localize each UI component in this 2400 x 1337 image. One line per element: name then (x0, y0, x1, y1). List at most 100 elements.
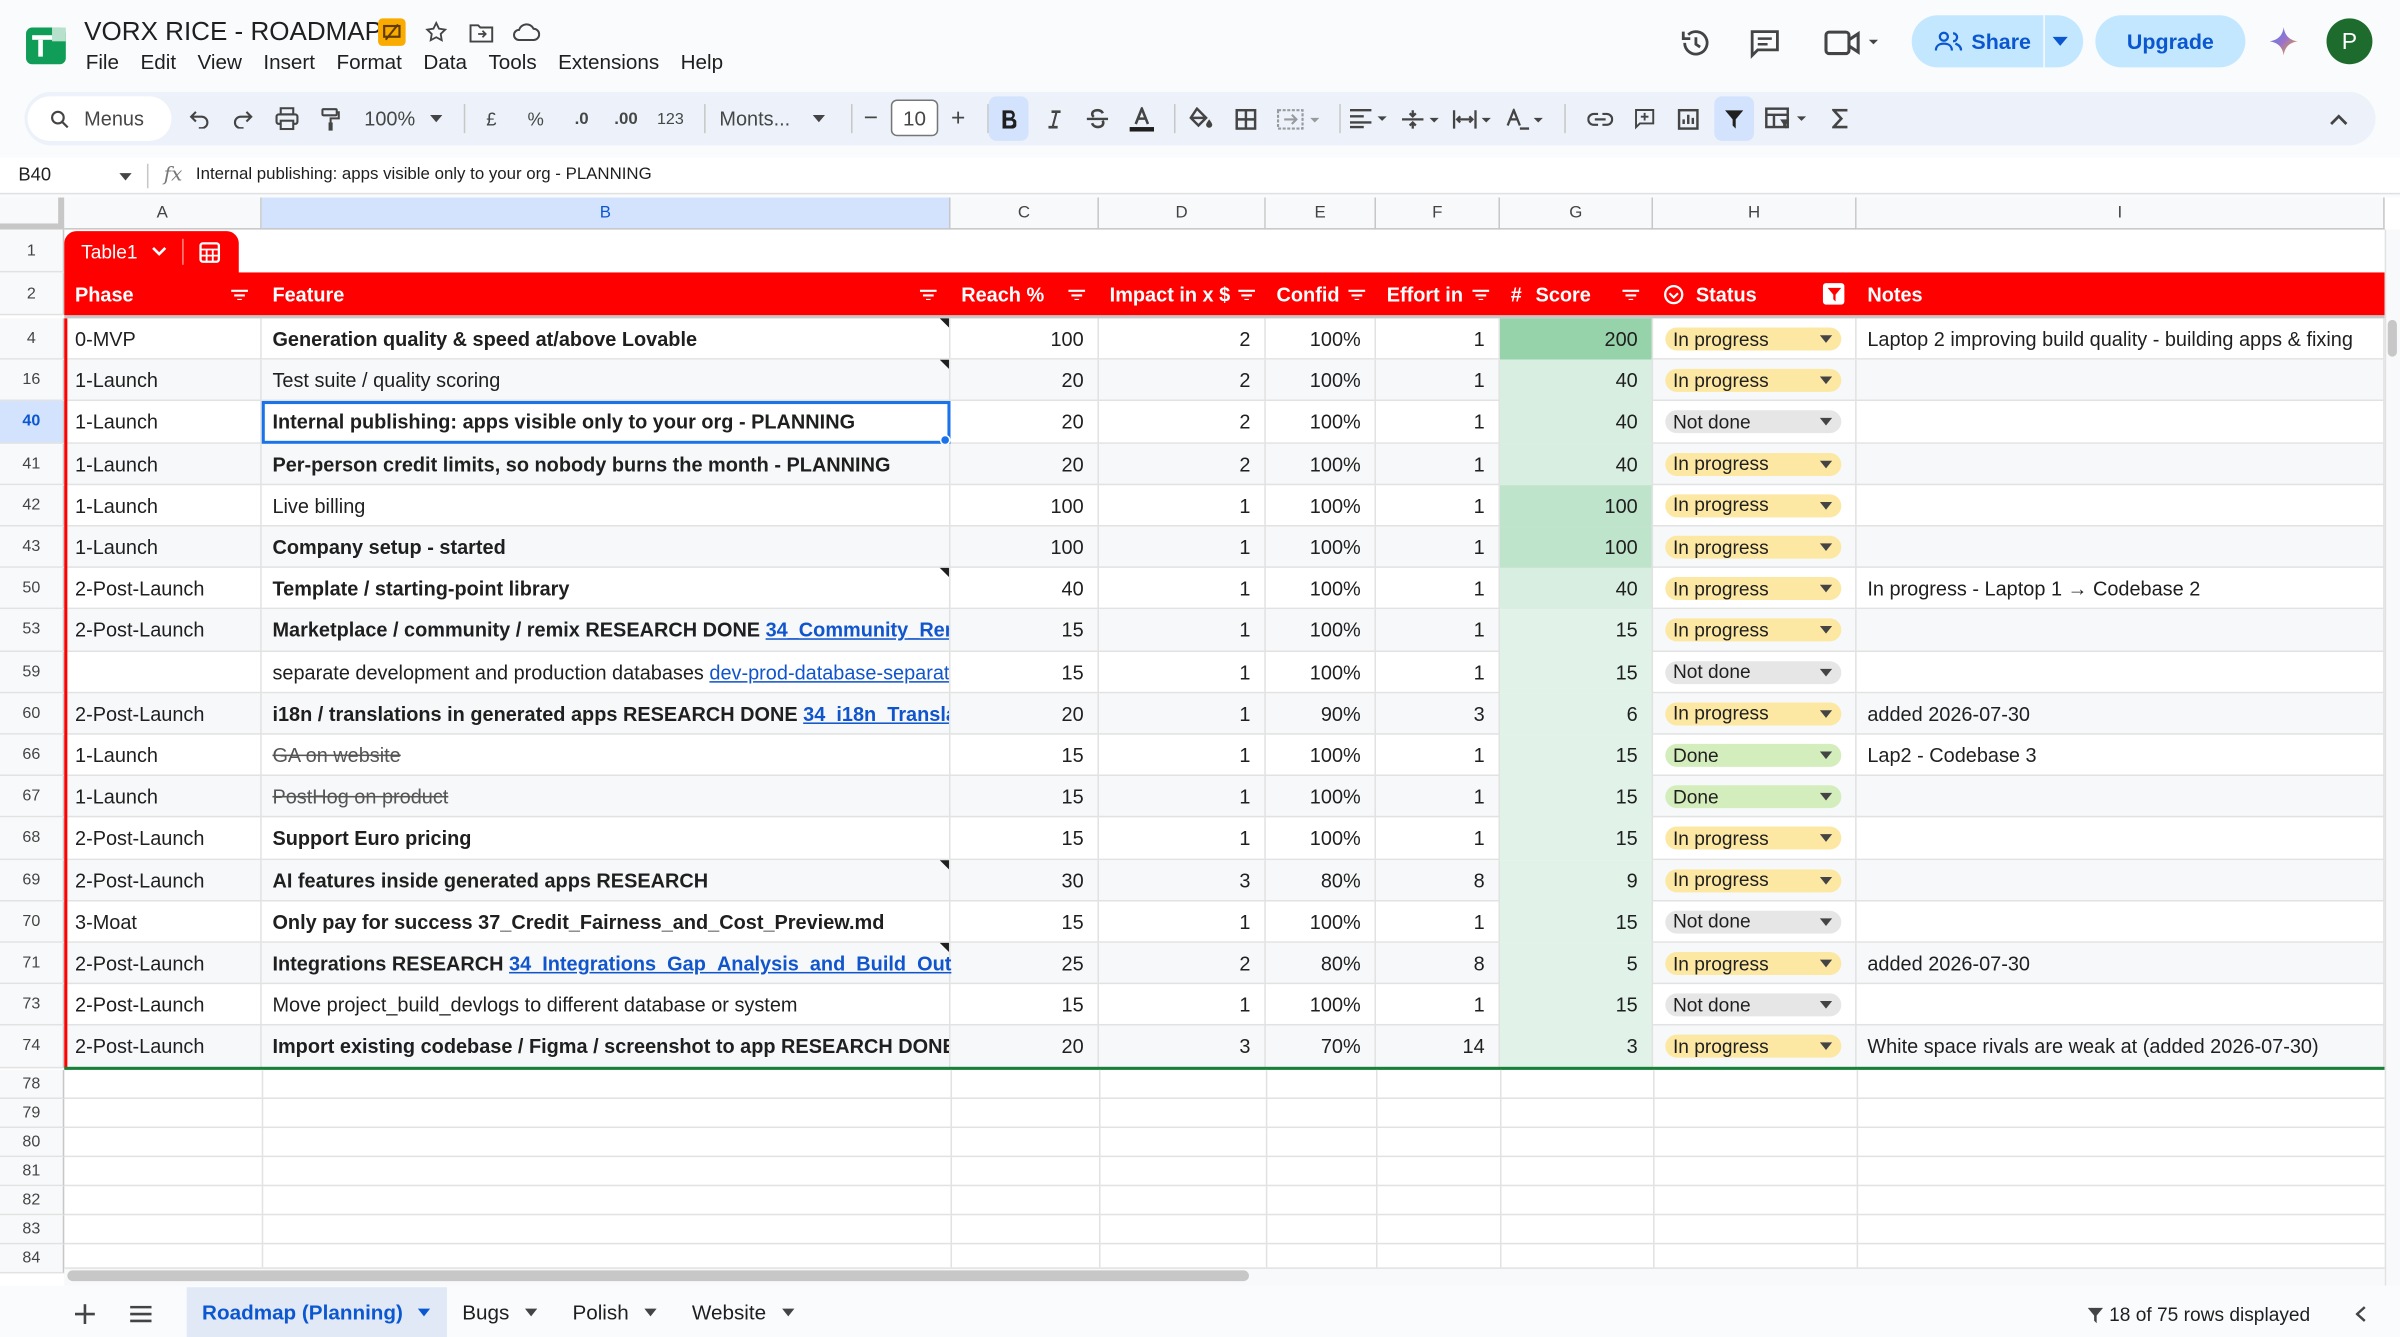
cell-reach[interactable]: 20 (951, 443, 1099, 485)
cell-conf[interactable]: 100% (1266, 568, 1377, 610)
empty-row[interactable] (64, 1069, 2385, 1099)
cell-score[interactable]: 9 (1499, 859, 1654, 902)
status-dropdown-chip[interactable]: In progress (1665, 827, 1842, 851)
cell-feature[interactable]: Internal publishing: apps visible only t… (261, 401, 951, 445)
cell-effort[interactable]: 1 (1376, 901, 1500, 943)
cell-reach[interactable]: 20 (951, 359, 1099, 402)
merge-cells-icon[interactable] (1272, 92, 1327, 146)
formula-input[interactable]: Internal publishing: apps visible only t… (196, 165, 652, 183)
cell-reach[interactable]: 20 (951, 401, 1099, 444)
sheets-logo-icon[interactable] (23, 24, 69, 67)
undo-icon[interactable] (181, 92, 218, 146)
cell-notes[interactable] (1857, 776, 2385, 818)
cell-conf[interactable]: 80% (1266, 942, 1377, 985)
row-header[interactable]: 66 (0, 734, 65, 777)
cell-feature[interactable]: Per-person credit limits, so nobody burn… (262, 443, 951, 485)
vertical-scrollbar[interactable] (2384, 229, 2400, 1286)
cell-impact[interactable]: 1 (1099, 901, 1266, 943)
increase-font-size-button[interactable]: + (944, 92, 972, 146)
cell-reach[interactable]: 15 (951, 817, 1099, 860)
text-wrap-icon[interactable] (1451, 92, 1497, 146)
menu-tools[interactable]: Tools (488, 51, 536, 74)
status-dropdown-chip[interactable]: In progress (1665, 452, 1842, 476)
cell-effort[interactable]: 1 (1376, 318, 1500, 360)
cell-notes[interactable]: added 2026-07-30 (1857, 942, 2385, 985)
column-header-b[interactable]: B (261, 197, 951, 230)
collapse-side-panel-icon[interactable] (2349, 1303, 2370, 1324)
row-header[interactable]: 80 (0, 1128, 65, 1158)
cell-effort[interactable]: 1 (1376, 734, 1500, 777)
cell-conf[interactable]: 100% (1266, 401, 1377, 444)
version-history-icon[interactable] (1678, 24, 1715, 61)
status-dropdown-chip[interactable]: Not done (1665, 910, 1842, 934)
chevron-down-icon[interactable] (781, 1308, 794, 1317)
menu-data[interactable]: Data (423, 51, 467, 74)
cell-impact[interactable]: 1 (1099, 984, 1266, 1027)
star-icon[interactable] (422, 18, 450, 46)
cell-feature[interactable]: Template / starting-point library (262, 568, 951, 610)
cell-phase[interactable]: 1-Launch (64, 401, 262, 444)
cell-phase[interactable]: 2-Post-Launch (64, 568, 262, 610)
cell-notes[interactable] (1857, 359, 2385, 402)
filter-button[interactable] (1714, 96, 1755, 141)
header-phase[interactable]: Phase (64, 272, 261, 315)
cell-notes[interactable]: added 2026-07-30 (1857, 693, 2385, 735)
cell-status[interactable]: Done (1653, 776, 1857, 818)
paint-format-icon[interactable] (312, 92, 349, 146)
cell-impact[interactable]: 1 (1099, 693, 1266, 735)
cell-reach[interactable]: 30 (951, 859, 1099, 902)
cell-notes[interactable] (1857, 609, 2385, 652)
empty-row[interactable] (64, 1186, 2385, 1216)
bold-button[interactable] (988, 96, 1029, 141)
cell-impact[interactable]: 3 (1099, 1026, 1266, 1068)
cell-effort[interactable]: 1 (1376, 651, 1500, 694)
cell-impact[interactable]: 2 (1099, 443, 1266, 485)
cell-effort[interactable]: 1 (1376, 568, 1500, 610)
italic-icon[interactable] (1035, 92, 1072, 146)
insert-chart-icon[interactable] (1670, 92, 1707, 146)
header-effort[interactable]: Effort in (1376, 272, 1500, 315)
cell-phase[interactable]: 1-Launch (64, 526, 262, 569)
cell-impact[interactable]: 1 (1099, 734, 1266, 777)
empty-row[interactable] (64, 1157, 2385, 1187)
cell-feature[interactable]: Test suite / quality scoring (262, 359, 951, 402)
cell-conf[interactable]: 100% (1266, 526, 1377, 569)
row-header[interactable]: 78 (0, 1069, 65, 1099)
cell-feature[interactable]: Support Euro pricing (262, 817, 951, 860)
cell-score[interactable]: 6 (1499, 693, 1654, 735)
row-header[interactable]: 68 (0, 817, 65, 860)
cell-impact[interactable]: 1 (1099, 776, 1266, 818)
cell-status[interactable]: In progress (1653, 568, 1857, 610)
cell-impact[interactable]: 1 (1099, 568, 1266, 610)
cell-conf[interactable]: 100% (1266, 318, 1377, 360)
cell-phase[interactable]: 2-Post-Launch (64, 859, 262, 902)
cell-feature[interactable]: Live billing (262, 484, 951, 527)
cell-impact[interactable]: 2 (1099, 401, 1266, 444)
cell-conf[interactable]: 100% (1266, 484, 1377, 527)
cell-score[interactable]: 15 (1499, 651, 1654, 694)
chevron-down-icon[interactable] (644, 1308, 657, 1317)
chevron-down-icon[interactable] (418, 1308, 431, 1317)
cell-impact[interactable]: 1 (1099, 484, 1266, 527)
format-percent-button[interactable]: % (520, 92, 551, 146)
status-dropdown-chip[interactable]: In progress (1665, 702, 1842, 726)
cell-score[interactable]: 3 (1499, 1026, 1654, 1068)
cell-notes[interactable] (1857, 817, 2385, 860)
insert-link-icon[interactable] (1581, 92, 1618, 146)
cell-impact[interactable]: 1 (1099, 609, 1266, 652)
cell-feature[interactable]: Move project_build_devlogs to different … (262, 984, 951, 1027)
cell-status[interactable]: In progress (1653, 526, 1857, 569)
empty-row[interactable] (64, 1128, 2385, 1158)
cell-phase[interactable]: 2-Post-Launch (64, 984, 262, 1027)
cell-notes[interactable] (1857, 401, 2385, 444)
row-header[interactable]: 81 (0, 1157, 65, 1187)
cell-impact[interactable]: 2 (1099, 942, 1266, 985)
cell-effort[interactable]: 8 (1376, 859, 1500, 902)
cell-conf[interactable]: 100% (1266, 984, 1377, 1027)
row-header[interactable]: 41 (0, 443, 65, 485)
share-dropdown-icon[interactable] (2052, 36, 2068, 46)
row-header[interactable]: 83 (0, 1215, 65, 1245)
cell-status[interactable]: Not done (1653, 984, 1857, 1027)
cell-notes[interactable]: Laptop 2 improving build quality - build… (1857, 318, 2385, 360)
status-dropdown-chip[interactable]: Done (1665, 785, 1842, 809)
